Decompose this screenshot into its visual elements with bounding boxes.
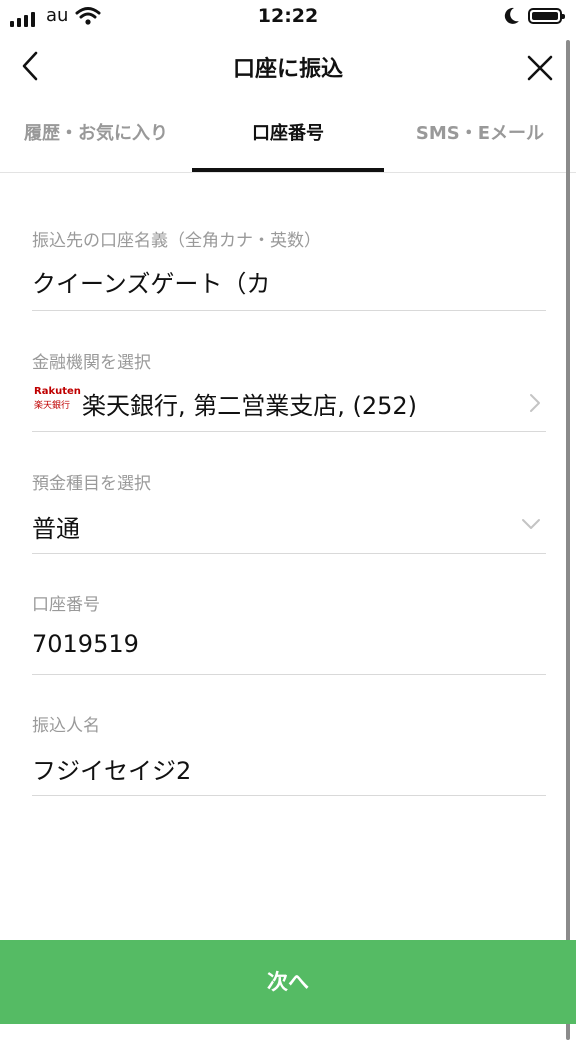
account-number-input[interactable]: 7019519 (32, 630, 139, 658)
deposit-type-label: 預金種目を選択 (32, 474, 151, 494)
navigation-bar: 口座に振込 (0, 34, 576, 98)
account-name-input[interactable]: クイーンズゲート（カ (32, 264, 270, 299)
bank-select-value: 楽天銀行, 第二営業支店, (252) (82, 392, 418, 420)
next-button[interactable]: 次へ (0, 940, 576, 1024)
tab-history-favorites[interactable]: 履歴・お気に入り (0, 104, 192, 172)
account-number-label: 口座番号 (32, 595, 100, 615)
battery-icon (528, 8, 565, 24)
tab-account-number[interactable]: 口座番号 (192, 104, 384, 172)
bank-select-label: 金融機関を選択 (32, 353, 151, 373)
bank-logo-text-top: Rakuten (34, 386, 81, 397)
chevron-right-icon (530, 394, 540, 412)
page-title: 口座に振込 (232, 57, 343, 82)
bank-select-field[interactable]: 金融機関を選択 Rakuten 楽天銀行 楽天銀行, 第二営業支店, (252) (32, 348, 546, 432)
deposit-type-value: 普通 (32, 515, 80, 543)
account-number-field[interactable]: 口座番号 7019519 (32, 590, 546, 675)
rakuten-bank-logo: Rakuten 楽天銀行 (34, 386, 81, 414)
sender-name-label: 振込人名 (32, 716, 100, 736)
account-name-label: 振込先の口座名義（全角カナ・英数） (32, 231, 321, 251)
moon-icon (504, 7, 519, 24)
scrollbar[interactable] (566, 40, 570, 1040)
sender-name-input[interactable]: フジイセイジ2 (32, 751, 191, 786)
transfer-method-tabs: 履歴・お気に入り 口座番号 SMS・Eメール (0, 104, 576, 173)
status-time: 12:22 (257, 5, 319, 27)
tab-sms-email[interactable]: SMS・Eメール (384, 104, 576, 172)
deposit-type-field[interactable]: 預金種目を選択 普通 (32, 469, 546, 554)
chevron-down-icon (522, 519, 540, 529)
sender-name-field[interactable]: 振込人名 フジイセイジ2 (32, 711, 546, 796)
status-bar: au 12:22 (0, 0, 576, 34)
account-name-field[interactable]: 振込先の口座名義（全角カナ・英数） クイーンズゲート（カ (32, 226, 546, 311)
bank-logo-text-bottom: 楽天銀行 (34, 401, 71, 411)
close-icon[interactable] (520, 48, 560, 88)
